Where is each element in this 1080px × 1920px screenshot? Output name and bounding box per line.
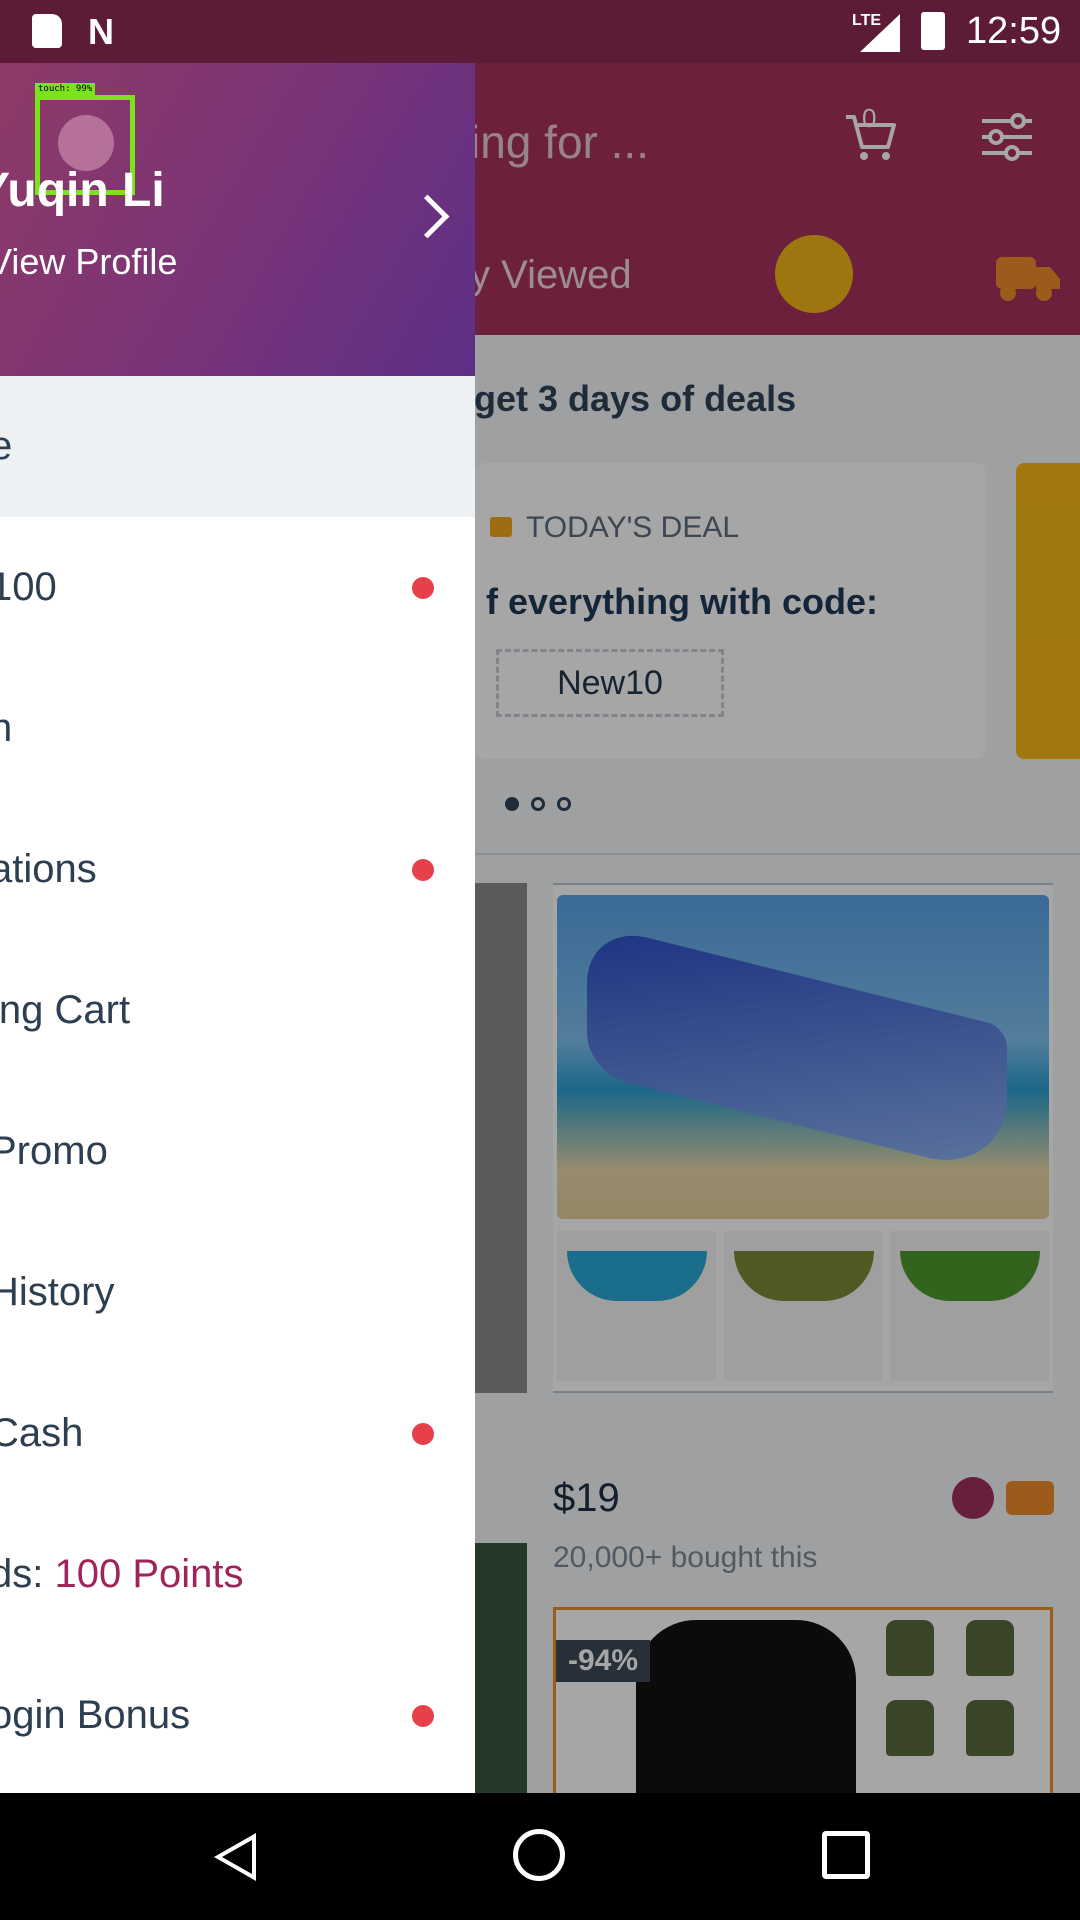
menu-item-label: 100 <box>0 565 57 609</box>
recent-apps-icon[interactable] <box>822 1831 870 1879</box>
notification-dot <box>412 1705 434 1727</box>
menu-item-cash[interactable]: Cash <box>0 1363 475 1504</box>
menu-item-label: Cash <box>0 1411 84 1455</box>
status-bar: N LTE 12:59 <box>0 0 1080 63</box>
menu-item-login-bonus[interactable]: ogin Bonus <box>0 1645 475 1786</box>
menu-item-search[interactable]: n <box>0 658 475 799</box>
menu-item-rewards-100[interactable]: 100 <box>0 517 475 658</box>
signal-icon <box>860 14 900 52</box>
menu-item-history[interactable]: History <box>0 1222 475 1363</box>
notification-dot <box>412 859 434 881</box>
notification-dot <box>412 577 434 599</box>
system-nav-bar <box>0 1793 1080 1920</box>
user-name: Yuqin Li <box>0 164 165 217</box>
menu-item-label: History <box>0 1270 115 1314</box>
menu-item-label: e <box>0 424 13 468</box>
touch-indicator-label: touch: 99% <box>35 83 96 95</box>
notification-dot <box>412 1423 434 1445</box>
menu-item-label: Promo <box>0 1129 108 1173</box>
navigation-drawer: touch: 99% Yuqin Li View Profile e 100 n… <box>0 63 475 1793</box>
menu-item-label: n <box>0 706 13 750</box>
notification-app-icon: N <box>88 11 114 52</box>
menu-item-rewards-points[interactable]: ds: 100 Points <box>0 1504 475 1645</box>
menu-item-shopping-cart[interactable]: ing Cart <box>0 940 475 1081</box>
sd-card-icon <box>32 14 62 48</box>
profile-header[interactable]: touch: 99% Yuqin Li View Profile <box>0 63 475 376</box>
menu-item-label: ogin Bonus <box>0 1693 191 1737</box>
chevron-right-icon[interactable] <box>405 194 450 239</box>
menu-item-notifications[interactable]: ations <box>0 799 475 940</box>
points-prefix: ds: <box>0 1552 44 1596</box>
view-profile-link[interactable]: View Profile <box>0 241 177 283</box>
points-value: 100 Points <box>54 1552 244 1596</box>
menu-item-label: ds: 100 Points <box>0 1552 244 1597</box>
menu-item-label: ations <box>0 847 97 891</box>
menu-item-promo[interactable]: Promo <box>0 1081 475 1222</box>
clock: 12:59 <box>966 10 1062 52</box>
home-icon[interactable] <box>513 1829 565 1881</box>
menu-item-home[interactable]: e <box>0 376 475 517</box>
menu-item-label: ing Cart <box>0 988 131 1032</box>
battery-icon <box>921 12 945 50</box>
